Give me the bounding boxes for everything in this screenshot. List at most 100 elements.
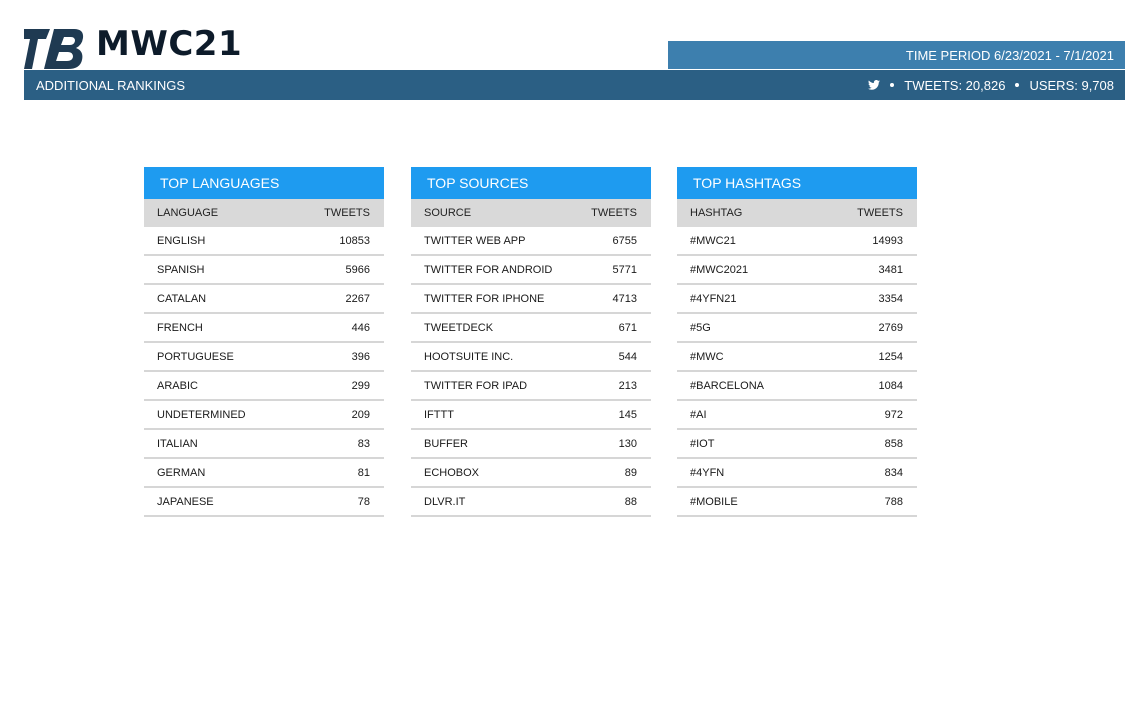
column-header-label: HASHTAG <box>690 207 743 219</box>
row-value: 299 <box>351 379 370 392</box>
table-row: SPANISH 5966 <box>144 256 384 285</box>
table-row: #4YFN 834 <box>677 459 917 488</box>
row-label: #4YFN <box>690 466 725 479</box>
table-row: UNDETERMINED 209 <box>144 401 384 430</box>
table-title: TOP HASHTAGS <box>677 167 917 199</box>
row-label: FRENCH <box>157 321 203 334</box>
table-title: TOP LANGUAGES <box>144 167 384 199</box>
row-label: UNDETERMINED <box>157 408 246 421</box>
column-header-value: TWEETS <box>324 207 370 219</box>
column-header-label: LANGUAGE <box>157 207 219 219</box>
row-value: 213 <box>618 379 637 392</box>
row-value: 3481 <box>878 263 903 276</box>
column-header-row: HASHTAG TWEETS <box>677 199 917 227</box>
row-label: JAPANESE <box>157 495 214 508</box>
table-row: TWITTER WEB APP 6755 <box>411 227 651 256</box>
row-value: 834 <box>884 466 903 479</box>
table-title: TOP SOURCES <box>411 167 651 199</box>
table-row: PORTUGUESE 396 <box>144 343 384 372</box>
table-row: FRENCH 446 <box>144 314 384 343</box>
row-value: 78 <box>357 495 370 508</box>
row-value: 4713 <box>612 292 637 305</box>
table-row: ECHOBOX 89 <box>411 459 651 488</box>
table-row: TWITTER FOR IPAD 213 <box>411 372 651 401</box>
row-value: 5966 <box>345 263 370 276</box>
top-sources-table: TOP SOURCES SOURCE TWEETS TWITTER WEB AP… <box>411 167 651 517</box>
row-label: #AI <box>690 408 707 421</box>
row-value: 972 <box>884 408 903 421</box>
table-row: #AI 972 <box>677 401 917 430</box>
row-value: 2769 <box>878 321 903 334</box>
row-label: TWITTER WEB APP <box>424 234 526 247</box>
row-label: ECHOBOX <box>424 466 480 479</box>
row-value: 544 <box>618 350 637 363</box>
separator-dot <box>1015 83 1020 87</box>
row-value: 130 <box>618 437 637 450</box>
table-row: JAPANESE 78 <box>144 488 384 517</box>
row-value: 671 <box>618 321 637 334</box>
stats-summary: TWEETS: 20,826 USERS: 9,708 <box>868 78 1114 93</box>
row-label: ITALIAN <box>157 437 198 450</box>
table-row: DLVR.IT 88 <box>411 488 651 517</box>
table-row: #MWC2021 3481 <box>677 256 917 285</box>
row-label: TWITTER FOR IPHONE <box>424 292 545 305</box>
row-label: #MWC21 <box>690 234 736 247</box>
row-value: 209 <box>351 408 370 421</box>
table-row: TWITTER FOR ANDROID 5771 <box>411 256 651 285</box>
row-label: GERMAN <box>157 466 206 479</box>
users-count: USERS: 9,708 <box>1029 77 1114 93</box>
row-label: CATALAN <box>157 292 207 305</box>
top-hashtags-table: TOP HASHTAGS HASHTAG TWEETS #MWC21 14993 … <box>677 167 917 517</box>
table-row: TWITTER FOR IPHONE 4713 <box>411 285 651 314</box>
row-label: HOOTSUITE INC. <box>424 350 514 363</box>
brand-logo <box>24 27 86 71</box>
row-value: 446 <box>351 321 370 334</box>
time-period-text: TIME PERIOD 6/23/2021 - 7/1/2021 <box>905 47 1114 63</box>
row-value: 145 <box>618 408 637 421</box>
row-value: 5771 <box>612 263 637 276</box>
row-label: TWITTER FOR ANDROID <box>424 263 553 276</box>
table-row: #MWC 1254 <box>677 343 917 372</box>
header-bar: ADDITIONAL RANKINGS TWEETS: 20,826 USERS… <box>24 70 1125 100</box>
table-row: #5G 2769 <box>677 314 917 343</box>
row-label: SPANISH <box>157 263 205 276</box>
row-value: 6755 <box>612 234 637 247</box>
row-value: 858 <box>884 437 903 450</box>
row-label: #4YFN21 <box>690 292 737 305</box>
table-row: #BARCELONA 1084 <box>677 372 917 401</box>
row-value: 1084 <box>878 379 903 392</box>
table-row: TWEETDECK 671 <box>411 314 651 343</box>
table-row: #IOT 858 <box>677 430 917 459</box>
column-header-value: TWEETS <box>591 207 637 219</box>
row-label: DLVR.IT <box>424 495 466 508</box>
row-value: 14993 <box>872 234 903 247</box>
table-row: #MWC21 14993 <box>677 227 917 256</box>
row-label: TWEETDECK <box>424 321 494 334</box>
row-value: 88 <box>624 495 637 508</box>
row-label: #5G <box>690 321 711 334</box>
row-label: PORTUGUESE <box>157 350 234 363</box>
row-value: 89 <box>624 466 637 479</box>
column-header-value: TWEETS <box>857 207 903 219</box>
top-languages-table: TOP LANGUAGES LANGUAGE TWEETS ENGLISH 108… <box>144 167 384 517</box>
row-label: #MWC <box>690 350 724 363</box>
table-row: ITALIAN 83 <box>144 430 384 459</box>
row-value: 788 <box>884 495 903 508</box>
table-row: ENGLISH 10853 <box>144 227 384 256</box>
table-row: HOOTSUITE INC. 544 <box>411 343 651 372</box>
time-period-bar: TIME PERIOD 6/23/2021 - 7/1/2021 <box>668 41 1125 69</box>
separator-dot <box>890 83 895 87</box>
row-value: 3354 <box>878 292 903 305</box>
table-row: BUFFER 130 <box>411 430 651 459</box>
table-row: IFTTT 145 <box>411 401 651 430</box>
row-label: #IOT <box>690 437 715 450</box>
table-row: ARABIC 299 <box>144 372 384 401</box>
twitter-bird-icon <box>868 80 881 90</box>
row-value: 83 <box>357 437 370 450</box>
row-value: 2267 <box>345 292 370 305</box>
table-row: #4YFN21 3354 <box>677 285 917 314</box>
column-header-row: SOURCE TWEETS <box>411 199 651 227</box>
row-value: 10853 <box>339 234 370 247</box>
row-value: 81 <box>357 466 370 479</box>
event-title: MWC21 <box>96 24 243 64</box>
